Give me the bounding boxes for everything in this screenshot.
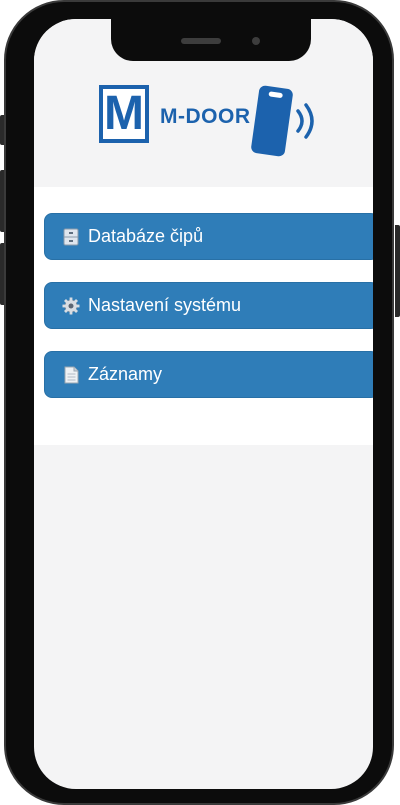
logo-text: M-DOOR <box>160 105 251 129</box>
menu-item-label: Databáze čipů <box>88 226 204 246</box>
chip-database-button[interactable]: Databáze čipů <box>44 213 373 260</box>
gear-icon <box>62 297 80 314</box>
logo-m-box: M <box>99 85 149 143</box>
access-card-icon <box>251 85 293 157</box>
wireless-signal-icon <box>296 103 314 139</box>
phone-notch <box>111 19 311 61</box>
main-menu: Databáze čipů Nastavení systému Záznamy <box>34 187 373 445</box>
document-icon <box>64 366 79 383</box>
menu-item-label: Nastavení systému <box>88 295 242 315</box>
records-button[interactable]: Záznamy <box>44 351 373 398</box>
phone-mockup: M M-DOOR Databáze čipů Nastavení systému… <box>0 0 400 805</box>
front-camera <box>252 37 260 45</box>
phone-frame: M M-DOOR Databáze čipů Nastavení systému… <box>4 0 394 805</box>
system-settings-button[interactable]: Nastavení systému <box>44 282 373 329</box>
file-cabinet-icon <box>63 228 79 245</box>
app-screen: M M-DOOR Databáze čipů Nastavení systému… <box>34 19 373 789</box>
menu-item-label: Záznamy <box>88 364 163 384</box>
m-door-logo: M M-DOOR <box>94 81 334 161</box>
power-button <box>395 225 400 317</box>
speaker-grille <box>181 38 221 44</box>
logo-wordmark: M-DOOR <box>160 105 251 128</box>
